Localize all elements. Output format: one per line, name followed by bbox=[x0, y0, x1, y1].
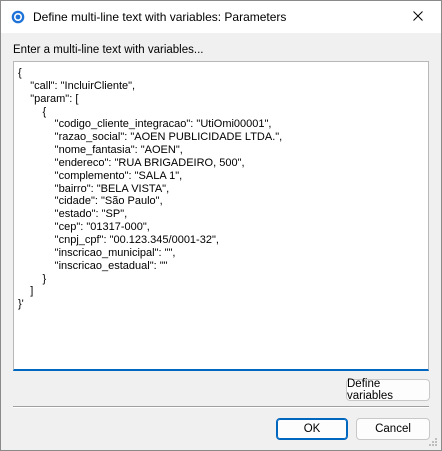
close-button[interactable] bbox=[395, 1, 441, 33]
multiline-text-editor[interactable]: { "call": "IncluirCliente", "param": [ {… bbox=[13, 61, 429, 371]
define-variables-button[interactable]: Define variables bbox=[346, 378, 430, 402]
separator bbox=[13, 406, 429, 408]
cancel-button[interactable]: Cancel bbox=[356, 418, 430, 440]
close-icon bbox=[413, 10, 423, 24]
resize-grip-icon[interactable] bbox=[428, 437, 438, 447]
app-icon bbox=[11, 10, 25, 24]
editor-content[interactable]: { "call": "IncluirCliente", "param": [ {… bbox=[14, 62, 428, 311]
dialog-window: Define multi-line text with variables: P… bbox=[0, 0, 442, 451]
prompt-label: Enter a multi-line text with variables..… bbox=[13, 44, 204, 56]
ok-button[interactable]: OK bbox=[276, 418, 348, 440]
window-title: Define multi-line text with variables: P… bbox=[33, 10, 287, 24]
title-bar: Define multi-line text with variables: P… bbox=[1, 1, 441, 33]
